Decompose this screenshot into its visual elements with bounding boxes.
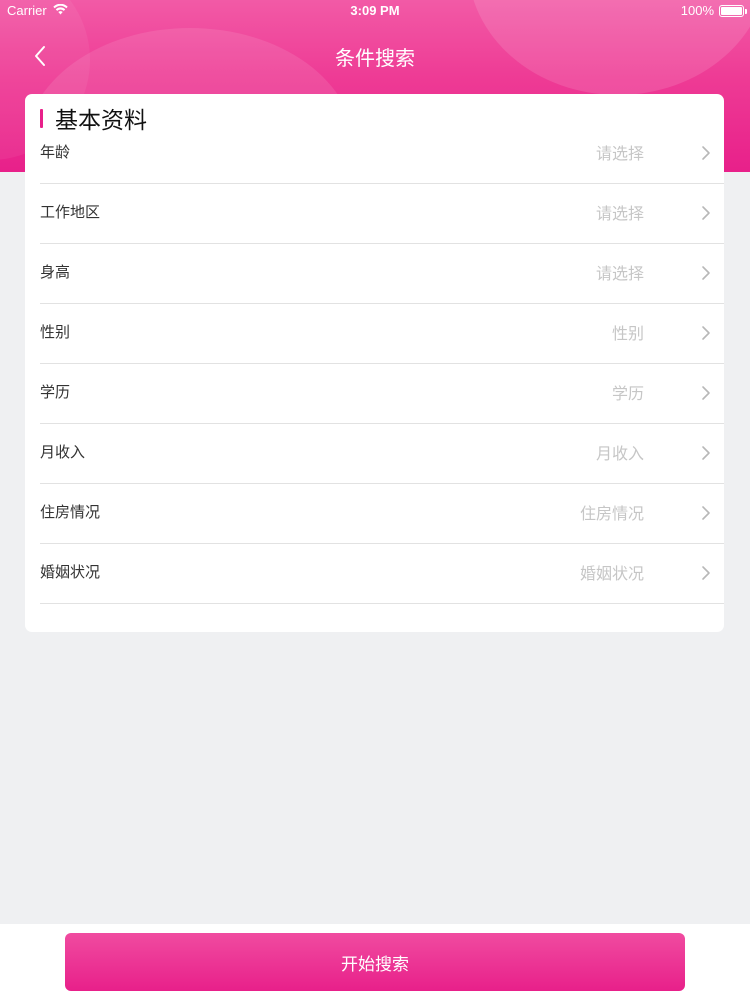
bottom-action-bar: 开始搜索: [0, 924, 750, 1000]
status-bar: Carrier 3:09 PM 100%: [0, 0, 750, 22]
filter-value: 请选择: [595, 144, 644, 163]
chevron-right-icon: [700, 145, 712, 161]
filter-label: 住房情况: [40, 503, 101, 521]
filter-row-monthly-income[interactable]: 月收入 月收入: [40, 424, 724, 484]
filter-list: 年龄 请选择 工作地区 请选择 身高 请选择 性别 性别 学历 学历 月收入 月…: [40, 124, 724, 604]
filter-row-education[interactable]: 学历 学历: [40, 364, 724, 424]
filter-label: 月收入: [40, 443, 86, 461]
status-time: 3:09 PM: [350, 3, 400, 18]
filter-value: 婚姻状况: [579, 564, 644, 583]
filter-label: 婚姻状况: [40, 563, 101, 581]
filter-value: 月收入: [595, 444, 644, 463]
chevron-right-icon: [700, 565, 712, 581]
filter-value: 请选择: [595, 204, 644, 223]
battery-icon: [719, 4, 747, 17]
filter-label: 性别: [40, 323, 71, 341]
filter-label: 工作地区: [40, 203, 101, 221]
filter-row-age[interactable]: 年龄 请选择: [40, 124, 724, 184]
filter-row-work-region[interactable]: 工作地区 请选择: [40, 184, 724, 244]
filter-label: 身高: [40, 263, 71, 281]
page-title: 条件搜索: [335, 46, 415, 70]
filter-card: 基本资料 年龄 请选择 工作地区 请选择 身高 请选择 性别 性别 学历 学历 …: [25, 94, 724, 632]
filter-label: 学历: [40, 383, 71, 401]
navigation-bar: 条件搜索: [0, 22, 750, 92]
chevron-right-icon: [700, 325, 712, 341]
start-search-button[interactable]: 开始搜索: [65, 933, 685, 991]
filter-value: 请选择: [595, 264, 644, 283]
filter-value: 性别: [611, 324, 644, 343]
chevron-right-icon: [700, 265, 712, 281]
filter-value: 学历: [611, 384, 644, 403]
battery-percent: 100%: [680, 3, 714, 18]
filter-row-housing[interactable]: 住房情况 住房情况: [40, 484, 724, 544]
chevron-right-icon: [700, 445, 712, 461]
filter-row-height[interactable]: 身高 请选择: [40, 244, 724, 304]
chevron-right-icon: [700, 205, 712, 221]
filter-value: 住房情况: [579, 504, 644, 523]
filter-label: 年龄: [40, 143, 71, 161]
filter-row-marital-status[interactable]: 婚姻状况 婚姻状况: [40, 544, 724, 604]
chevron-right-icon: [700, 385, 712, 401]
filter-row-gender[interactable]: 性别 性别: [40, 304, 724, 364]
chevron-right-icon: [700, 505, 712, 521]
